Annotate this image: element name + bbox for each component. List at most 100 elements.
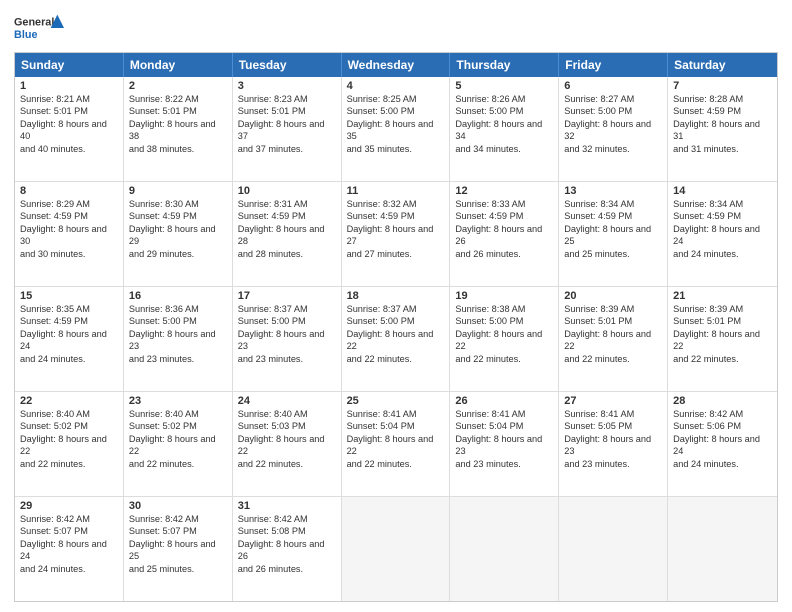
sunrise-line: Sunrise: 8:40 AM: [129, 408, 227, 420]
day-number: 20: [564, 290, 662, 302]
calendar-cell: 10 Sunrise: 8:31 AM Sunset: 4:59 PM Dayl…: [233, 182, 342, 286]
sunrise-line: Sunrise: 8:33 AM: [455, 198, 553, 210]
daylight-line: Daylight: 8 hours and 23: [564, 433, 662, 458]
day-number: 30: [129, 500, 227, 512]
sunset-line: Sunset: 5:03 PM: [238, 420, 336, 432]
day-number: 11: [347, 185, 445, 197]
sunrise-line: Sunrise: 8:37 AM: [238, 303, 336, 315]
header-day: Monday: [124, 53, 233, 77]
sunrise-line: Sunrise: 8:42 AM: [238, 513, 336, 525]
daylight-line: Daylight: 8 hours and 22: [455, 328, 553, 353]
calendar-cell: 12 Sunrise: 8:33 AM Sunset: 4:59 PM Dayl…: [450, 182, 559, 286]
calendar-cell: 14 Sunrise: 8:34 AM Sunset: 4:59 PM Dayl…: [668, 182, 777, 286]
header-day: Saturday: [668, 53, 777, 77]
sunset-line: Sunset: 5:02 PM: [129, 420, 227, 432]
header-day: Friday: [559, 53, 668, 77]
sunrise-line: Sunrise: 8:39 AM: [673, 303, 772, 315]
daylight-line2: and 22 minutes.: [673, 353, 772, 365]
sunset-line: Sunset: 4:59 PM: [564, 210, 662, 222]
sunrise-line: Sunrise: 8:38 AM: [455, 303, 553, 315]
calendar-cell: 8 Sunrise: 8:29 AM Sunset: 4:59 PM Dayli…: [15, 182, 124, 286]
header: General Blue: [14, 10, 778, 46]
sunset-line: Sunset: 5:00 PM: [347, 315, 445, 327]
daylight-line: Daylight: 8 hours and 24: [673, 433, 772, 458]
page: General Blue SundayMondayTuesdayWednesda…: [0, 0, 792, 612]
sunset-line: Sunset: 5:06 PM: [673, 420, 772, 432]
calendar-cell: 4 Sunrise: 8:25 AM Sunset: 5:00 PM Dayli…: [342, 77, 451, 181]
sunrise-line: Sunrise: 8:27 AM: [564, 93, 662, 105]
day-number: 4: [347, 80, 445, 92]
day-number: 25: [347, 395, 445, 407]
daylight-line: Daylight: 8 hours and 35: [347, 118, 445, 143]
sunset-line: Sunset: 4:59 PM: [455, 210, 553, 222]
calendar-cell: 15 Sunrise: 8:35 AM Sunset: 4:59 PM Dayl…: [15, 287, 124, 391]
daylight-line2: and 22 minutes.: [238, 458, 336, 470]
sunrise-line: Sunrise: 8:42 AM: [129, 513, 227, 525]
sunrise-line: Sunrise: 8:34 AM: [673, 198, 772, 210]
sunset-line: Sunset: 5:00 PM: [455, 105, 553, 117]
sunset-line: Sunset: 4:59 PM: [673, 210, 772, 222]
sunset-line: Sunset: 5:00 PM: [347, 105, 445, 117]
daylight-line2: and 32 minutes.: [564, 143, 662, 155]
daylight-line2: and 30 minutes.: [20, 248, 118, 260]
sunrise-line: Sunrise: 8:32 AM: [347, 198, 445, 210]
day-number: 16: [129, 290, 227, 302]
day-number: 14: [673, 185, 772, 197]
calendar-cell: 31 Sunrise: 8:42 AM Sunset: 5:08 PM Dayl…: [233, 497, 342, 601]
sunrise-line: Sunrise: 8:37 AM: [347, 303, 445, 315]
sunrise-line: Sunrise: 8:40 AM: [20, 408, 118, 420]
daylight-line: Daylight: 8 hours and 38: [129, 118, 227, 143]
calendar-cell: [450, 497, 559, 601]
sunrise-line: Sunrise: 8:41 AM: [564, 408, 662, 420]
day-number: 7: [673, 80, 772, 92]
daylight-line2: and 23 minutes.: [129, 353, 227, 365]
daylight-line: Daylight: 8 hours and 26: [238, 538, 336, 563]
calendar-cell: 13 Sunrise: 8:34 AM Sunset: 4:59 PM Dayl…: [559, 182, 668, 286]
calendar-cell: 17 Sunrise: 8:37 AM Sunset: 5:00 PM Dayl…: [233, 287, 342, 391]
sunrise-line: Sunrise: 8:31 AM: [238, 198, 336, 210]
calendar-row: 15 Sunrise: 8:35 AM Sunset: 4:59 PM Dayl…: [15, 286, 777, 391]
day-number: 21: [673, 290, 772, 302]
day-number: 26: [455, 395, 553, 407]
calendar: SundayMondayTuesdayWednesdayThursdayFrid…: [14, 52, 778, 602]
calendar-row: 8 Sunrise: 8:29 AM Sunset: 4:59 PM Dayli…: [15, 181, 777, 286]
day-number: 8: [20, 185, 118, 197]
calendar-cell: 21 Sunrise: 8:39 AM Sunset: 5:01 PM Dayl…: [668, 287, 777, 391]
daylight-line2: and 29 minutes.: [129, 248, 227, 260]
sunrise-line: Sunrise: 8:34 AM: [564, 198, 662, 210]
daylight-line: Daylight: 8 hours and 25: [564, 223, 662, 248]
day-number: 6: [564, 80, 662, 92]
calendar-cell: [559, 497, 668, 601]
daylight-line: Daylight: 8 hours and 30: [20, 223, 118, 248]
calendar-cell: 6 Sunrise: 8:27 AM Sunset: 5:00 PM Dayli…: [559, 77, 668, 181]
sunrise-line: Sunrise: 8:41 AM: [455, 408, 553, 420]
sunrise-line: Sunrise: 8:26 AM: [455, 93, 553, 105]
calendar-row: 1 Sunrise: 8:21 AM Sunset: 5:01 PM Dayli…: [15, 77, 777, 181]
sunset-line: Sunset: 5:00 PM: [129, 315, 227, 327]
sunset-line: Sunset: 5:08 PM: [238, 525, 336, 537]
calendar-cell: 16 Sunrise: 8:36 AM Sunset: 5:00 PM Dayl…: [124, 287, 233, 391]
day-number: 22: [20, 395, 118, 407]
daylight-line2: and 40 minutes.: [20, 143, 118, 155]
calendar-cell: 29 Sunrise: 8:42 AM Sunset: 5:07 PM Dayl…: [15, 497, 124, 601]
daylight-line: Daylight: 8 hours and 25: [129, 538, 227, 563]
sunset-line: Sunset: 5:07 PM: [129, 525, 227, 537]
calendar-row: 22 Sunrise: 8:40 AM Sunset: 5:02 PM Dayl…: [15, 391, 777, 496]
daylight-line2: and 25 minutes.: [564, 248, 662, 260]
sunset-line: Sunset: 4:59 PM: [20, 210, 118, 222]
sunset-line: Sunset: 5:01 PM: [238, 105, 336, 117]
sunset-line: Sunset: 5:00 PM: [238, 315, 336, 327]
daylight-line2: and 22 minutes.: [129, 458, 227, 470]
sunrise-line: Sunrise: 8:40 AM: [238, 408, 336, 420]
svg-text:Blue: Blue: [14, 29, 37, 41]
sunrise-line: Sunrise: 8:35 AM: [20, 303, 118, 315]
sunrise-line: Sunrise: 8:25 AM: [347, 93, 445, 105]
daylight-line: Daylight: 8 hours and 23: [238, 328, 336, 353]
daylight-line: Daylight: 8 hours and 37: [238, 118, 336, 143]
sunrise-line: Sunrise: 8:36 AM: [129, 303, 227, 315]
day-number: 18: [347, 290, 445, 302]
daylight-line: Daylight: 8 hours and 22: [20, 433, 118, 458]
daylight-line2: and 27 minutes.: [347, 248, 445, 260]
daylight-line: Daylight: 8 hours and 22: [129, 433, 227, 458]
calendar-cell: 19 Sunrise: 8:38 AM Sunset: 5:00 PM Dayl…: [450, 287, 559, 391]
